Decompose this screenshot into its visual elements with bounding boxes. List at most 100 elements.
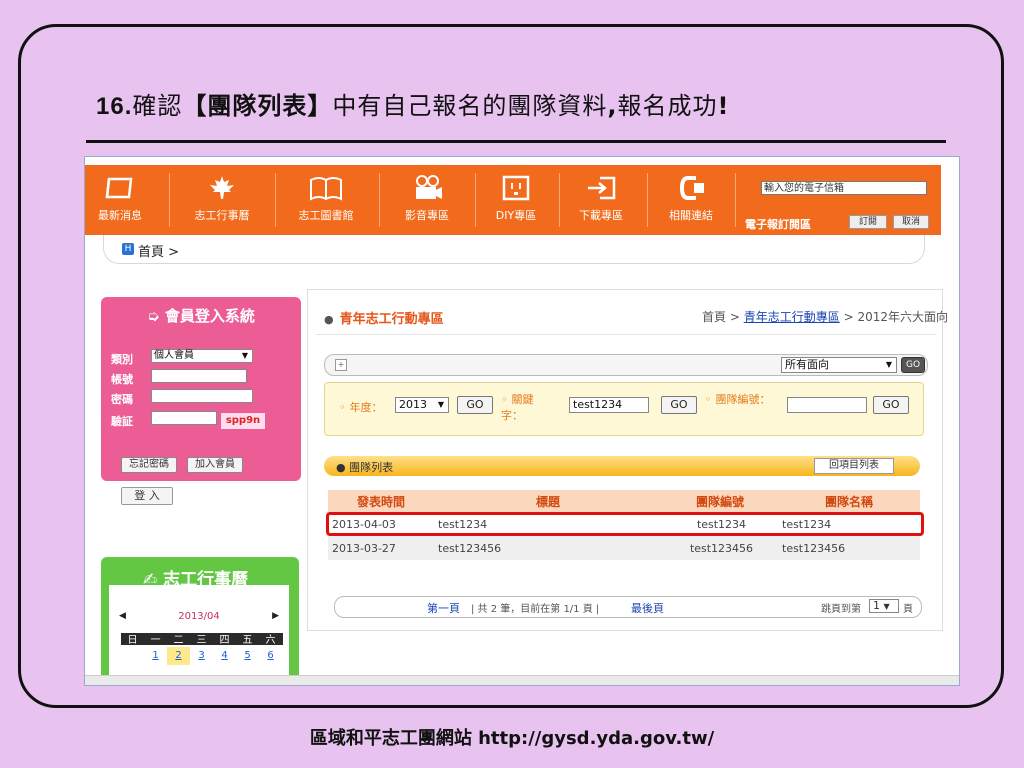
nav-diy[interactable]: DIY專區 [483,165,549,235]
password-label: 密碼 [111,393,133,406]
cell-date: 2013-03-27 [328,536,434,560]
calendar-day[interactable]: 1 [144,647,167,665]
weekday-header: 日一二三四五六 [121,633,283,646]
nav-links[interactable]: 相關連結 [655,165,727,235]
filter-bar: + 所有面向 ▼ GO [324,354,928,376]
login-button[interactable]: 登 入 [121,487,173,505]
title-rule [86,140,946,143]
team-number-input[interactable] [787,397,867,413]
join-member-button[interactable]: 加入會員 [187,457,243,473]
calendar-day-today[interactable]: 2 [167,647,190,665]
last-page-link[interactable]: 最後頁 [631,600,664,616]
filter-go-button[interactable]: GO [901,357,925,373]
nav-calendar[interactable]: 志工行事曆 [181,165,263,235]
team-number-label-text: 團隊編號： [715,393,771,406]
back-to-list-button[interactable]: 回項目列表 [814,458,894,474]
section-title-text: 青年志工行動專區 [339,312,444,327]
aspect-select[interactable]: 所有面向 ▼ [781,357,897,373]
nav-download[interactable]: 下載專區 [565,165,637,235]
title-post: 中有自己報名的團隊資料 [332,92,608,120]
nav-label: 下載專區 [579,209,623,222]
nav-video[interactable]: 影音專區 [389,165,465,235]
nav-label: 影音專區 [405,209,449,222]
first-page-link[interactable]: 第一頁 [427,600,460,616]
captcha-input[interactable] [151,411,217,425]
nav-library[interactable]: 志工圖書館 [285,165,367,235]
calendar-day[interactable]: 3 [190,647,213,665]
weekday: 三 [196,635,207,646]
column-header: 發表時間 [328,490,434,512]
section-title: ● 青年志工行動專區 [324,308,444,327]
chevron-down-icon: ▼ [885,360,892,369]
nav-divider [275,173,276,227]
weekday: 六 [265,635,276,646]
password-input[interactable] [151,389,253,403]
crumb-home[interactable]: 首頁 > [702,310,740,324]
top-nav: 最新消息 志工行事曆 志工圖書館 影音專區 DIY專區 下載專區 相關連結 輸入… [85,165,941,235]
expand-icon[interactable]: + [335,359,347,371]
keyword-go-button[interactable]: GO [661,396,697,414]
nav-divider [379,173,380,227]
section-divider [316,334,936,335]
next-month-icon[interactable]: ▶ [272,611,279,621]
page-select[interactable]: 1 ▼ [869,599,899,613]
login-panel: ➭ 會員登入系統 類別 個人會員 ▼ 帳號 密碼 驗証 spp9n 忘記密碼 加入… [101,297,301,481]
nav-divider [475,173,476,227]
newsletter-label: 電子報訂閱區 [745,218,811,231]
calendar-day[interactable]: 6 [259,647,282,665]
member-type-select[interactable]: 個人會員 ▼ [151,349,253,363]
breadcrumb-text[interactable]: 首頁 > [138,241,179,260]
page-select-value: 1 [873,599,880,612]
chevron-down-icon: ▼ [437,400,444,409]
website-screenshot: 最新消息 志工行事曆 志工圖書館 影音專區 DIY專區 下載專區 相關連結 輸入… [84,156,960,686]
step-number: 16. [96,93,133,120]
section-breadcrumb: 首頁 > 青年志工行動專區 > 2012年六大面向 [702,308,948,325]
account-input[interactable] [151,369,247,383]
calendar-day[interactable]: 5 [236,647,259,665]
pagination: 第一頁 | 共 2 筆，目前在第 1/1 頁 | 最後頁 跳頁到第 1 ▼ 頁 [334,596,922,618]
search-panel: ◦ 年度： 2013 ▼ GO ◦ 關鍵字： test1234 GO ◦ 團隊編號： G… [324,382,924,436]
cell-team-name: test123456 [778,536,920,560]
page-suffix: 頁 [903,604,913,615]
pin-icon: ● [324,313,334,326]
highlight-box [326,512,924,536]
nav-news[interactable]: 最新消息 [85,165,155,235]
keyword-input[interactable]: test1234 [569,397,649,413]
title-comma: , [607,92,618,120]
calendar-grid: ◀ 2013/04 ▶ 日一二三四五六 123456 [109,585,289,685]
subscribe-button[interactable]: 訂閱 [849,215,887,229]
link-icon [679,176,704,200]
bullet-icon: ◦ [705,393,712,406]
weekday: 四 [219,635,230,646]
chevron-down-icon: ▼ [883,602,890,611]
aspect-select-value: 所有面向 [785,358,829,371]
team-number-go-button[interactable]: GO [873,396,909,414]
email-input[interactable]: 輸入您的電子信箱 [761,181,927,195]
slide-footer: 區域和平志工團網站 http://gysd.yda.gov.tw/ [309,728,715,749]
cell-title[interactable]: test123456 [434,536,662,560]
year-go-button[interactable]: GO [457,396,493,414]
jump-label: 跳頁到第 [821,604,861,615]
member-type-value: 個人會員 [154,350,194,361]
team-list-title: ● 團隊列表 [336,459,393,475]
news-icon [105,177,133,199]
calendar-month: 2013/04 [178,611,220,622]
title-bang: ! [717,92,730,120]
title-bold: 【團隊列表】 [182,92,333,120]
year-label: ◦ 年度： [339,399,383,415]
unsubscribe-button[interactable]: 取消 [893,215,929,229]
year-select[interactable]: 2013 ▼ [395,397,449,413]
login-title-text: 會員登入系統 [164,307,255,325]
table-row[interactable]: 2013-03-27 test123456 test123456 test123… [328,536,920,560]
calendar-day[interactable]: 4 [213,647,236,665]
verify-label: 驗証 [111,415,133,428]
forgot-password-button[interactable]: 忘記密碼 [121,457,177,473]
team-list-title-text: 團隊列表 [349,461,394,474]
download-icon [588,176,616,200]
chevron-down-icon: ▼ [241,351,248,360]
title-pre: 確認 [132,92,183,120]
bullet-icon: ◦ [339,401,346,414]
cell-team-number: test123456 [662,536,778,560]
nav-label: 志工行事曆 [194,209,250,222]
crumb-section-link[interactable]: 青年志工行動專區 [744,310,840,324]
